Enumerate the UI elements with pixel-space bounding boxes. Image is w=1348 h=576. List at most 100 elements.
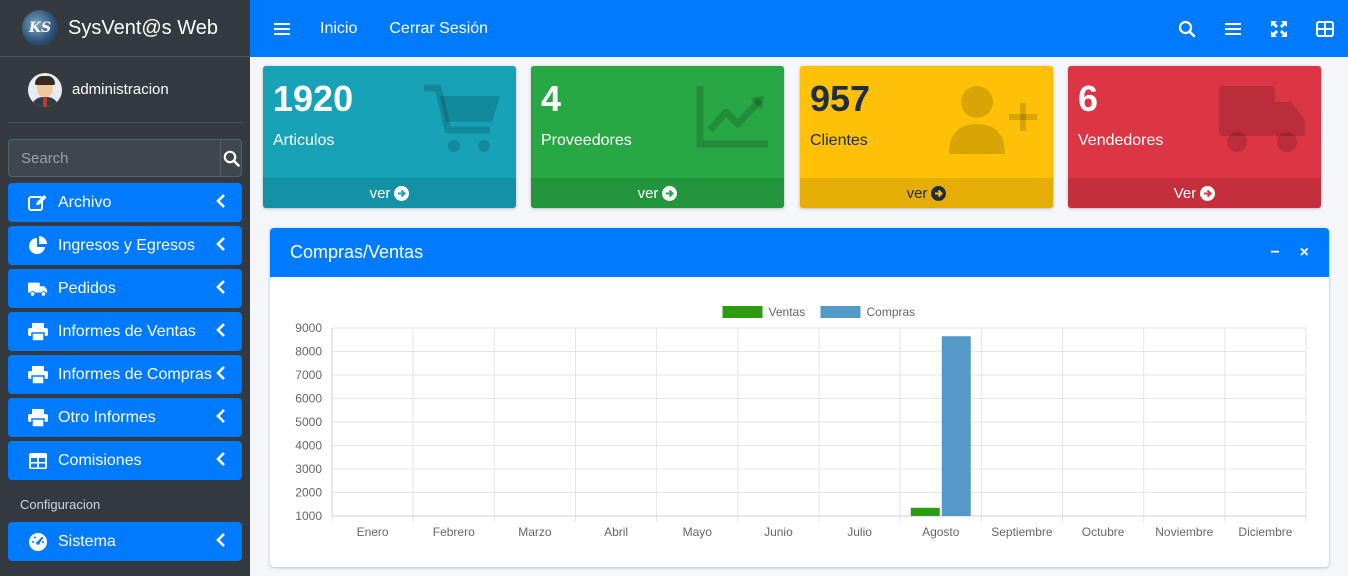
stat-footer-label: ver bbox=[906, 184, 928, 202]
stat-label: Articulos bbox=[273, 132, 335, 149]
nav-link-inicio[interactable]: Inicio bbox=[320, 20, 357, 38]
sidebar-item-label: Informes de Ventas bbox=[58, 322, 196, 340]
list-icon bbox=[1225, 22, 1241, 35]
legend-label: Ventas bbox=[769, 305, 806, 319]
user-plus-icon bbox=[949, 86, 1037, 154]
legend-swatch bbox=[820, 306, 861, 318]
x-tick-label: Marzo bbox=[518, 525, 552, 539]
y-tick-label: 7000 bbox=[295, 368, 322, 382]
legend-swatch bbox=[722, 306, 763, 318]
edit-icon bbox=[28, 193, 48, 213]
topbar-search-button[interactable] bbox=[1164, 0, 1210, 57]
x-tick-label: Junio bbox=[764, 525, 793, 539]
y-tick-label: 3000 bbox=[295, 462, 322, 476]
pie-chart-icon bbox=[28, 235, 48, 256]
sidebar-item-label: Informes de Compras bbox=[58, 365, 212, 383]
expand-icon bbox=[1271, 20, 1287, 37]
truck-icon bbox=[1219, 86, 1305, 152]
nav-header-configuracion: Configuracion bbox=[20, 497, 101, 512]
brand-logo-text: KS bbox=[28, 20, 52, 36]
chevron-left-icon bbox=[216, 194, 225, 208]
sidebar-item-archivo[interactable]: Archivo bbox=[8, 183, 242, 222]
topbar-apps-button[interactable] bbox=[1302, 0, 1348, 57]
stat-value: 6 bbox=[1078, 78, 1099, 119]
stat-label: Clientes bbox=[810, 132, 868, 149]
chart-card: Compras/Ventas − × 1000 2000 3000 4000 5000 6… bbox=[270, 228, 1329, 567]
sidebar-item-pedidos[interactable]: Pedidos bbox=[8, 269, 242, 308]
print-icon bbox=[28, 322, 48, 342]
topbar-list-button[interactable] bbox=[1210, 0, 1256, 57]
brand-link[interactable]: KS SysVent@s Web bbox=[0, 0, 250, 57]
sidebar-item-label: Ingresos y Egresos bbox=[58, 236, 195, 254]
collapse-button[interactable]: − bbox=[1270, 244, 1279, 262]
y-tick-label: 2000 bbox=[295, 486, 322, 500]
sidebar-item-informes-compras[interactable]: Informes de Compras bbox=[8, 355, 242, 394]
y-tick-label: 1000 bbox=[295, 509, 322, 523]
brand-name: SysVent@s Web bbox=[68, 16, 218, 39]
user-name[interactable]: administracion bbox=[72, 81, 169, 98]
stat-footer-link[interactable]: ver bbox=[800, 178, 1053, 208]
stat-footer-label: ver bbox=[637, 184, 659, 202]
chevron-left-icon bbox=[216, 237, 225, 251]
chevron-left-icon bbox=[216, 323, 225, 337]
topbar-fullscreen-button[interactable] bbox=[1256, 0, 1302, 57]
arrow-circle-right-icon bbox=[1200, 185, 1216, 201]
user-panel: administracion bbox=[8, 57, 242, 123]
nav-link-cerrar-sesion[interactable]: Cerrar Sesión bbox=[389, 20, 488, 38]
sidebar-item-otro-informes[interactable]: Otro Informes bbox=[8, 398, 242, 437]
bar-compras bbox=[941, 336, 971, 516]
sidebar-item-comisiones[interactable]: Comisiones bbox=[8, 441, 242, 480]
y-tick-label: 5000 bbox=[295, 415, 322, 429]
chevron-left-icon bbox=[216, 533, 225, 547]
stat-value: 1920 bbox=[273, 78, 354, 119]
truck-icon bbox=[28, 279, 48, 299]
line-chart-icon bbox=[696, 86, 768, 148]
y-tick-label: 4000 bbox=[295, 439, 322, 453]
hamburger-menu-icon[interactable] bbox=[274, 22, 290, 36]
x-tick-label: Agosto bbox=[922, 525, 960, 539]
cart-icon bbox=[424, 84, 500, 152]
y-tick-label: 9000 bbox=[295, 321, 322, 335]
sidebar-item-sistema[interactable]: Sistema bbox=[8, 522, 242, 561]
stat-box-clientes: 957 Clientes ver bbox=[800, 66, 1053, 208]
x-tick-label: Octubre bbox=[1082, 525, 1125, 539]
avatar bbox=[28, 72, 62, 107]
chevron-left-icon bbox=[216, 452, 225, 466]
x-tick-label: Febrero bbox=[433, 525, 475, 539]
stat-value: 957 bbox=[810, 78, 871, 119]
search-input[interactable] bbox=[8, 139, 220, 177]
arrow-circle-right-icon bbox=[931, 185, 947, 201]
topbar-right-icons bbox=[1164, 0, 1348, 57]
stat-value: 4 bbox=[541, 78, 562, 119]
stat-box-articulos: 1920 Articulos ver bbox=[263, 66, 516, 208]
stat-footer-label: Ver bbox=[1173, 184, 1197, 202]
sidebar: KS SysVent@s Web administracion Archivo … bbox=[0, 0, 250, 576]
stat-footer-link[interactable]: Ver bbox=[1068, 178, 1321, 208]
stat-box-proveedores: 4 Proveedores ver bbox=[531, 66, 784, 208]
stat-footer-link[interactable]: ver bbox=[531, 178, 784, 208]
top-navbar: Inicio Cerrar Sesión bbox=[250, 0, 1348, 57]
sidebar-item-label: Comisiones bbox=[58, 451, 142, 469]
x-tick-label: Diciembre bbox=[1238, 525, 1292, 539]
stat-label: Proveedores bbox=[541, 132, 632, 149]
x-tick-label: Enero bbox=[357, 525, 389, 539]
grid-icon bbox=[1316, 20, 1334, 37]
sidebar-item-label: Otro Informes bbox=[58, 408, 156, 426]
stat-footer-link[interactable]: ver bbox=[263, 178, 516, 208]
search-button[interactable] bbox=[220, 139, 242, 177]
sidebar-search bbox=[8, 139, 242, 177]
y-tick-label: 8000 bbox=[295, 345, 322, 359]
sidebar-item-informes-ventas[interactable]: Informes de Ventas bbox=[8, 312, 242, 351]
sidebar-item-label: Archivo bbox=[58, 193, 112, 211]
x-tick-label: Noviembre bbox=[1155, 525, 1213, 539]
card-header: Compras/Ventas − × bbox=[270, 228, 1329, 277]
close-button[interactable]: × bbox=[1300, 244, 1309, 262]
card-tools: − × bbox=[1250, 228, 1309, 277]
compras-ventas-chart: 1000 2000 3000 4000 5000 6000 7000 8000 9000 Ener… bbox=[295, 305, 1307, 539]
print-icon bbox=[28, 408, 48, 428]
table-icon bbox=[28, 451, 48, 471]
x-tick-label: Abril bbox=[604, 525, 628, 539]
arrow-circle-right-icon bbox=[394, 185, 410, 201]
sidebar-item-ingresos-egresos[interactable]: Ingresos y Egresos bbox=[8, 226, 242, 265]
sidebar-nav: Archivo Ingresos y Egresos Pedidos Infor… bbox=[0, 183, 250, 561]
